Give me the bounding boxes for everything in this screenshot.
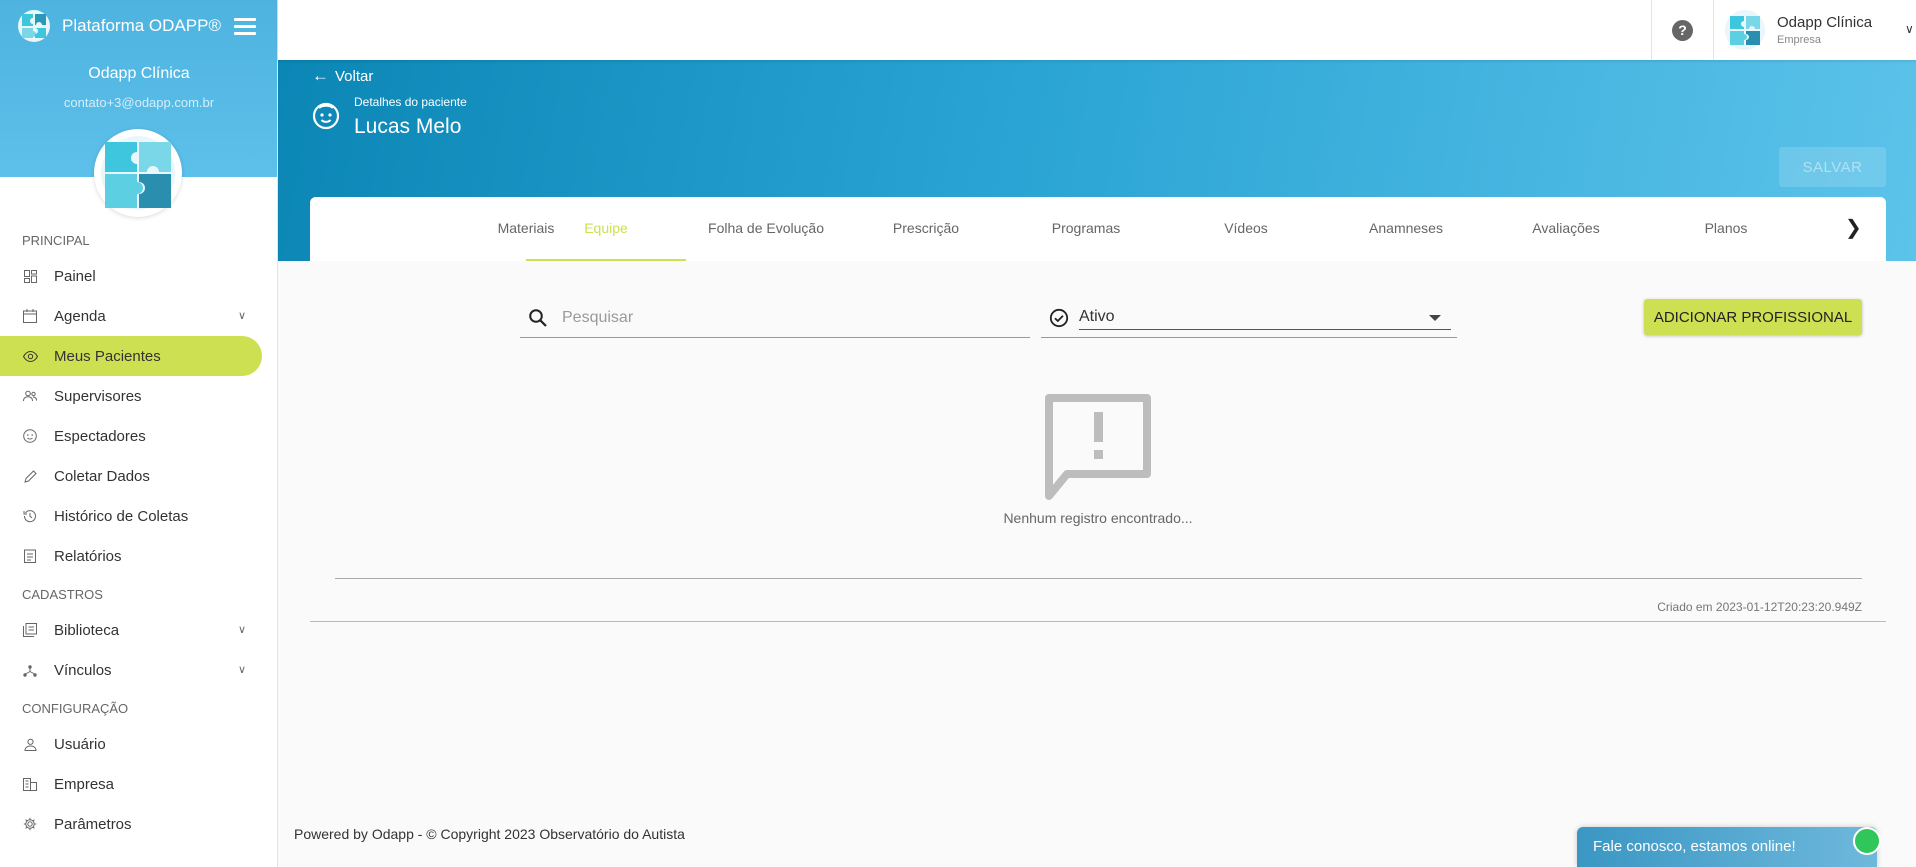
sidebar: Plataforma ODAPP® Odapp Clínica contato+… [0,0,278,867]
sidebar-item-meus-pacientes[interactable]: Meus Pacientes [0,336,262,376]
org-email: contato+3@odapp.com.br [63,95,215,110]
topbar: ? Odapp Clínica Empresa ∨ [278,0,1916,60]
empty-message: Nenhum registro encontrado... [1003,510,1193,526]
page-subtitle: Detalhes do paciente [354,95,467,109]
pencil-icon [22,468,38,484]
tab-bar: Materiais Equipe Folha de Evolução Presc… [310,197,1886,261]
face-icon [22,428,38,444]
child-face-icon [312,102,340,130]
chevron-down-icon: ∨ [237,310,246,322]
back-link[interactable]: ← Voltar [312,66,373,86]
sidebar-item-label: Vínculos [54,661,112,679]
sidebar-item-label: Parâmetros [54,815,132,833]
search-field [520,298,1030,338]
caret-down-icon [1429,315,1441,321]
puzzle-avatar-icon [101,136,175,210]
user-role: Empresa [1777,34,1822,46]
brand[interactable]: Plataforma ODAPP® [18,10,221,42]
footer-text: Powered by Odapp - © Copyright 2023 Obse… [294,826,685,842]
created-timestamp: Criado em 2023-01-12T20:23:20.949Z [1657,600,1862,614]
sidebar-item-supervisores[interactable]: Supervisores [0,376,278,416]
add-professional-button[interactable]: ADICIONAR PROFISSIONAL [1644,299,1862,335]
section-principal: PRINCIPAL [22,233,90,248]
sidebar-item-label: Coletar Dados [54,467,150,485]
sidebar-item-label: Espectadores [54,427,146,445]
sidebar-item-label: Biblioteca [54,621,120,639]
back-label: Voltar [335,67,374,85]
chevron-down-icon: ∨ [237,664,246,676]
user-icon [22,736,38,752]
tab-avaliacoes[interactable]: Avaliações [1486,197,1646,261]
feedback-alert-icon [1045,394,1151,500]
patient-card: Materiais Equipe Folha de Evolução Presc… [310,197,1886,622]
sidebar-item-parametros[interactable]: Parâmetros [0,804,278,844]
tab-planos[interactable]: Planos [1646,197,1806,261]
section-cadastros: CADASTROS [22,587,103,602]
org-name: Odapp Clínica [88,65,190,82]
chat-label: Fale conosco, estamos online! [1593,838,1796,855]
chevron-down-icon: ∨ [1905,22,1914,36]
sidebar-item-label: Relatórios [54,547,122,565]
sidebar-item-label: Painel [54,267,96,285]
sidebar-item-label: Usuário [54,735,106,753]
sidebar-item-label: Agenda [54,307,106,325]
section-configuracao: CONFIGURAÇÃO [22,701,129,716]
sidebar-item-biblioteca[interactable]: Biblioteca ∨ [0,610,278,650]
status-select[interactable]: Ativo [1041,298,1457,338]
user-name: Odapp Clínica [1777,14,1873,31]
chat-widget[interactable]: Fale conosco, estamos online! [1577,827,1881,867]
sidebar-item-empresa[interactable]: Empresa [0,764,278,804]
patient-name: Lucas Melo [354,115,462,138]
tab-videos[interactable]: Vídeos [1166,197,1326,261]
calendar-icon [22,308,38,324]
sidebar-item-relatorios[interactable]: Relatórios [0,536,278,576]
search-input[interactable] [562,308,982,327]
sidebar-item-label: Histórico de Coletas [54,507,189,525]
sidebar-item-usuario[interactable]: Usuário [0,724,278,764]
sidebar-item-label: Empresa [54,775,115,793]
library-icon [22,622,38,638]
chevron-down-icon: ∨ [237,624,246,636]
sidebar-header: Plataforma ODAPP® Odapp Clínica contato+… [0,0,277,217]
tab-prescricao[interactable]: Prescrição [846,197,1006,261]
gear-icon [22,816,38,832]
sidebar-item-historico[interactable]: Histórico de Coletas [0,496,278,536]
history-icon [22,508,38,524]
divider [335,578,1862,579]
people-icon [22,388,38,404]
online-indicator [1853,827,1881,855]
save-button[interactable]: SALVAR [1779,147,1886,187]
sidebar-item-espectadores[interactable]: Espectadores [0,416,278,456]
puzzle-avatar-icon [1730,16,1760,45]
report-icon [22,548,38,564]
user-menu[interactable]: Odapp Clínica Empresa ∨ [1725,8,1916,52]
tab-equipe[interactable]: Equipe [526,197,686,261]
dashboard-icon [22,268,38,284]
user-avatar [1725,10,1765,50]
building-icon [22,776,38,792]
sidebar-item-label: Supervisores [54,387,142,405]
help-icon: ? [1672,19,1693,41]
sidebar-item-agenda[interactable]: Agenda ∨ [0,296,278,336]
sidebar-item-vinculos[interactable]: Vínculos ∨ [0,650,278,690]
search-icon [529,308,547,327]
link-network-icon [22,662,38,678]
status-value: Ativo [1079,306,1451,330]
help-button[interactable]: ? [1651,0,1714,60]
tab-folha-de-evolucao[interactable]: Folha de Evolução [686,197,846,261]
chevron-right-icon[interactable]: ❯ [1845,215,1862,240]
sidebar-item-coletar-dados[interactable]: Coletar Dados [0,456,278,496]
eye-icon [22,348,38,364]
sidebar-item-painel[interactable]: Painel [0,256,278,296]
check-circle-icon [1049,308,1069,327]
arrow-left-icon: ← [312,66,329,85]
tab-programas[interactable]: Programas [1006,197,1166,261]
puzzle-logo-icon [18,10,50,42]
tab-anamneses[interactable]: Anamneses [1326,197,1486,261]
menu-icon[interactable] [234,18,256,39]
brand-name: Plataforma ODAPP® [62,16,221,35]
sidebar-item-label: Meus Pacientes [54,347,161,365]
sidebar-nav: PRINCIPAL Painel Agenda ∨ Meus Pacientes… [0,222,278,844]
org-avatar [94,129,182,217]
